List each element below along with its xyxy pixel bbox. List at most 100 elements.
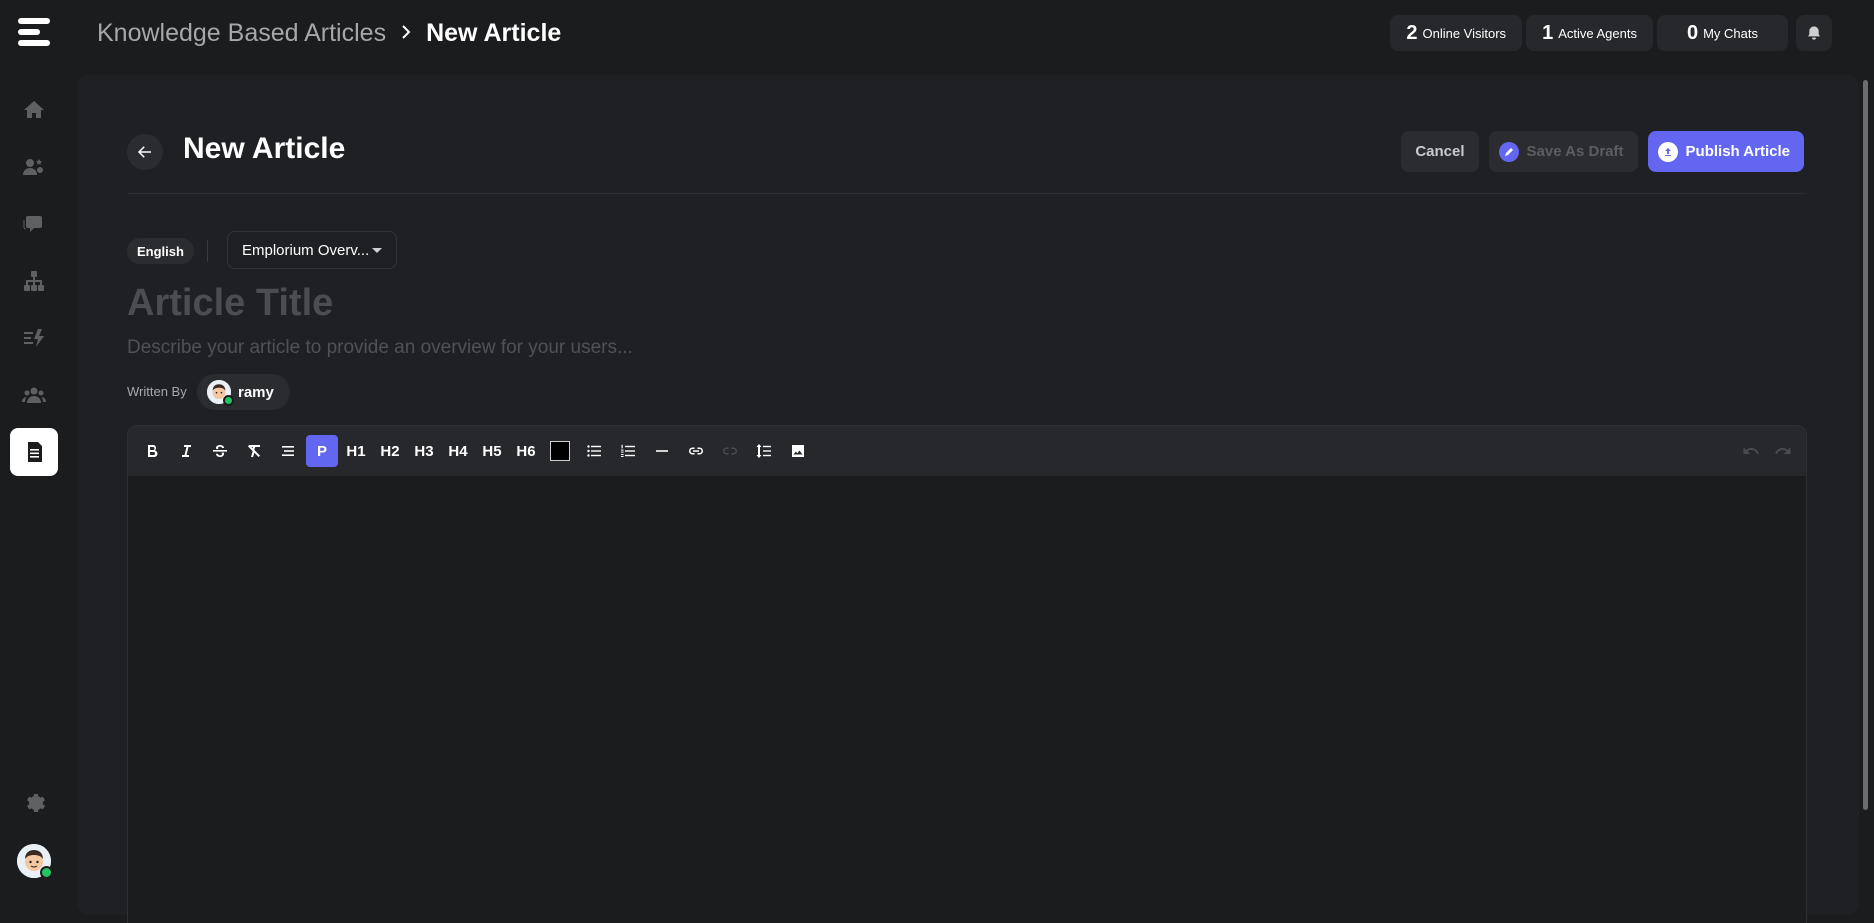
- text-color-button[interactable]: [544, 435, 576, 467]
- back-button[interactable]: [127, 134, 163, 170]
- upload-icon: [1657, 141, 1678, 162]
- bullet-list-button[interactable]: [578, 435, 610, 467]
- heading-2-button[interactable]: H2: [374, 435, 406, 467]
- author-online-dot: [223, 395, 234, 406]
- horizontal-rule-button[interactable]: [646, 435, 678, 467]
- paragraph-button[interactable]: P: [306, 435, 338, 467]
- home-icon: [24, 101, 44, 118]
- active-agents-count: 1: [1542, 21, 1554, 44]
- chats-icon: [23, 216, 42, 232]
- breadcrumb: Knowledge Based Articles New Article: [97, 16, 561, 50]
- article-title-input[interactable]: [127, 282, 1127, 325]
- sidebar-item-articles[interactable]: [10, 428, 58, 476]
- sidebar-item-org-chart[interactable]: [10, 257, 58, 305]
- clear-format-button[interactable]: [238, 435, 270, 467]
- automation-icon: [24, 329, 44, 347]
- save-as-draft-button[interactable]: Save As Draft: [1488, 131, 1638, 172]
- article-description-input[interactable]: [127, 337, 1127, 359]
- bell-icon: [1808, 26, 1820, 40]
- insert-image-button[interactable]: [782, 435, 814, 467]
- publish-article-button[interactable]: Publish Article: [1647, 131, 1804, 172]
- category-select[interactable]: Emplorium Overv...: [227, 231, 397, 269]
- italic-button[interactable]: [170, 435, 202, 467]
- horizontal-rule-icon: [656, 450, 668, 452]
- my-chats-count: 0: [1686, 21, 1699, 44]
- notifications-button[interactable]: [1796, 15, 1832, 51]
- settings-icon: [27, 794, 45, 812]
- bullet-list-icon: [587, 445, 601, 457]
- author-avatar: [207, 380, 234, 406]
- cancel-button[interactable]: Cancel: [1401, 131, 1479, 172]
- editor-toolbar: P H1 H2 H3 H4 H5 H6: [128, 426, 1806, 476]
- heading-6-button[interactable]: H6: [510, 435, 542, 467]
- save-as-draft-label: Save As Draft: [1526, 143, 1624, 160]
- bold-icon: [148, 445, 158, 458]
- online-status-dot: [40, 866, 53, 879]
- heading-4-button[interactable]: H4: [442, 435, 474, 467]
- strikethrough-icon: [213, 445, 227, 457]
- author-chip[interactable]: ramy: [197, 374, 290, 410]
- line-height-icon: [756, 444, 771, 458]
- sidebar-item-contacts[interactable]: [10, 143, 58, 191]
- color-swatch: [550, 441, 570, 461]
- heading-5-button[interactable]: H5: [476, 435, 508, 467]
- align-icon: [282, 446, 294, 456]
- clear-format-icon: [248, 445, 260, 457]
- link-icon: [689, 447, 703, 455]
- vertical-divider: [207, 240, 208, 262]
- page-title: New Article: [183, 132, 346, 165]
- heading-1-button[interactable]: H1: [340, 435, 372, 467]
- sidebar-item-settings[interactable]: [10, 779, 58, 827]
- rich-text-editor: P H1 H2 H3 H4 H5 H6: [127, 425, 1807, 923]
- italic-icon: [182, 445, 191, 457]
- contacts-icon: [23, 159, 43, 175]
- team-icon: [22, 387, 46, 403]
- online-visitors-stat[interactable]: 2 Online Visitors: [1390, 15, 1523, 51]
- header-divider: [127, 193, 1805, 194]
- my-chats-label: My Chats: [1703, 25, 1758, 41]
- align-button[interactable]: [272, 435, 304, 467]
- sidebar-item-chats[interactable]: [10, 200, 58, 248]
- online-visitors-label: Online Visitors: [1422, 25, 1507, 41]
- category-value: Emplorium Overv...: [242, 241, 370, 259]
- unlink-icon: [723, 447, 737, 455]
- author-name: ramy: [238, 383, 274, 401]
- history-controls: [1742, 426, 1792, 476]
- article-actions: Cancel Save As Draft Publish Article: [1401, 131, 1804, 172]
- arrow-left-icon: [137, 146, 151, 158]
- sidebar-item-home[interactable]: [10, 86, 58, 134]
- link-button[interactable]: [680, 435, 712, 467]
- image-icon: [792, 445, 804, 457]
- caret-down-icon: [372, 247, 382, 253]
- language-badge[interactable]: English: [127, 238, 194, 264]
- active-agents-stat[interactable]: 1 Active Agents: [1526, 15, 1653, 51]
- bold-button[interactable]: [136, 435, 168, 467]
- editor-content-area[interactable]: [128, 476, 1806, 923]
- publish-article-label: Publish Article: [1685, 143, 1790, 160]
- sidebar-item-team[interactable]: [10, 371, 58, 419]
- heading-3-button[interactable]: H3: [408, 435, 440, 467]
- redo-icon[interactable]: [1774, 442, 1792, 460]
- org-chart-icon: [24, 271, 44, 291]
- breadcrumb-parent[interactable]: Knowledge Based Articles: [97, 19, 386, 48]
- strikethrough-button[interactable]: [204, 435, 236, 467]
- cancel-label: Cancel: [1415, 143, 1465, 160]
- my-chats-stat[interactable]: 0 My Chats: [1656, 15, 1788, 51]
- written-by-label: Written By: [127, 384, 187, 399]
- online-visitors-count: 2: [1406, 21, 1418, 44]
- header-stats: 2 Online Visitors 1 Active Agents 0 My C…: [1390, 15, 1788, 51]
- line-height-button[interactable]: [748, 435, 780, 467]
- sidebar: [0, 0, 68, 922]
- scrollbar[interactable]: [1863, 80, 1868, 810]
- breadcrumb-current: New Article: [426, 18, 562, 47]
- ordered-list-button[interactable]: [612, 435, 644, 467]
- ordered-list-icon: [621, 444, 635, 457]
- undo-icon[interactable]: [1742, 442, 1760, 460]
- unlink-button[interactable]: [714, 435, 746, 467]
- user-avatar[interactable]: [17, 844, 53, 879]
- pencil-icon: [1498, 141, 1519, 162]
- articles-icon: [28, 442, 42, 462]
- sidebar-item-automation[interactable]: [10, 314, 58, 362]
- logo-icon[interactable]: [18, 18, 50, 48]
- active-agents-label: Active Agents: [1558, 25, 1637, 41]
